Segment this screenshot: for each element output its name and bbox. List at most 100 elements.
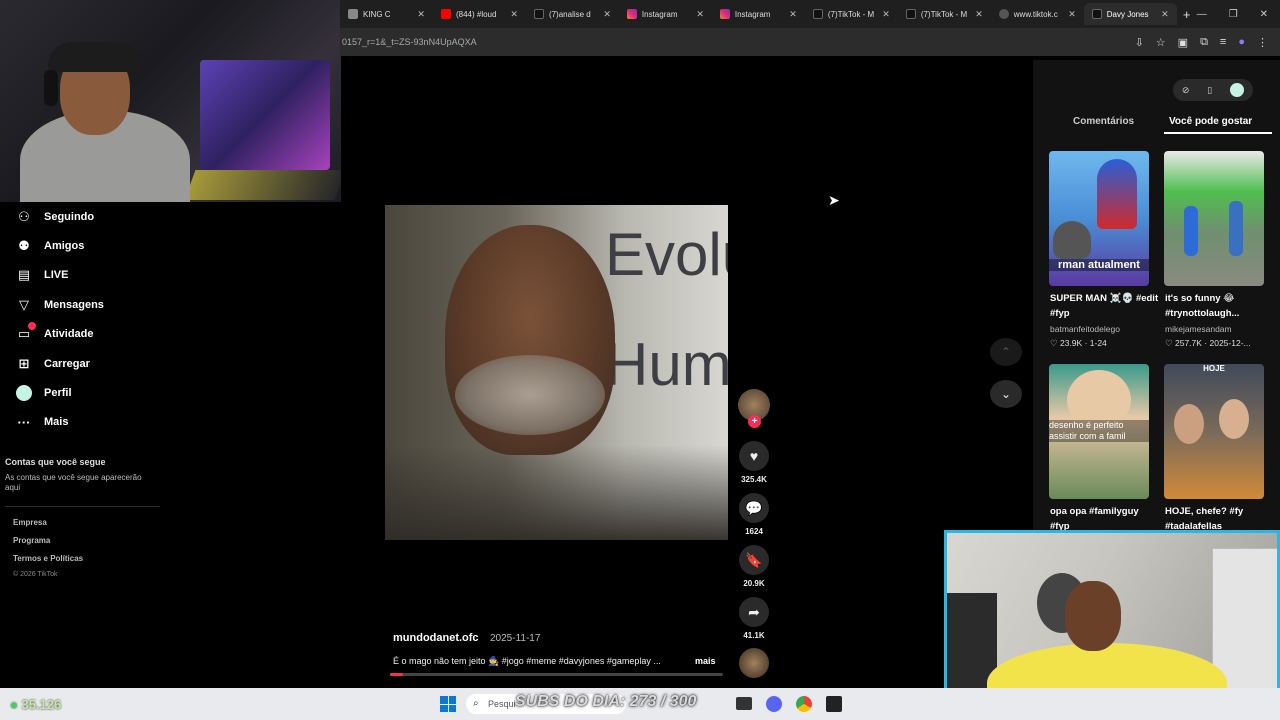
comment-icon: 💬 (739, 493, 769, 523)
card-thumbnail[interactable]: desenho é perfeito assistir com a famil (1049, 364, 1149, 499)
close-icon[interactable]: ✕ (510, 9, 518, 20)
card-thumbnail[interactable]: rman atualment (1049, 151, 1149, 286)
like-button[interactable]: ♥ 325.4K (737, 441, 771, 484)
footer-empresa[interactable]: Empresa (13, 518, 47, 527)
maximize-icon[interactable]: ❐ (1229, 9, 1238, 20)
close-icon[interactable]: ✕ (417, 9, 425, 20)
superman-figure (1097, 159, 1137, 229)
obs-icon[interactable] (826, 696, 842, 712)
install-app-icon[interactable]: ⇩ (1135, 36, 1144, 49)
video-progress-fill (390, 673, 404, 676)
discord-icon[interactable] (766, 696, 782, 712)
person-figure (1174, 404, 1204, 444)
close-icon[interactable]: ✕ (1161, 9, 1169, 20)
phone-icon[interactable]: ▯ (1207, 85, 1212, 96)
thumb-text: rman atualment (1049, 259, 1149, 271)
browser-tab[interactable]: (7)analise d ✕ (526, 3, 619, 25)
heart-icon: ♥ (739, 441, 769, 471)
headset (44, 70, 58, 106)
browser-tab[interactable]: Instagram ✕ (712, 3, 805, 25)
music-disc[interactable] (739, 648, 769, 678)
tab-voce-pode-gostar[interactable]: Você pode gostar (1169, 116, 1252, 127)
card-meta: ♡ 257.7K · 2025-12-... (1165, 338, 1251, 348)
compass-icon[interactable]: ⊘ (1182, 85, 1190, 96)
tiktok-icon (812, 9, 823, 19)
kid-figure (1229, 201, 1243, 256)
share-button[interactable]: ➦ 41.1K (737, 597, 771, 640)
comment-button[interactable]: 💬 1624 (737, 493, 771, 536)
card-author[interactable]: mikejamesandam (1165, 324, 1232, 334)
sidebar-item-mensagens[interactable]: ▽ Mensagens (16, 297, 104, 313)
caption-more-link[interactable]: mais (695, 656, 716, 666)
overlay-word-2: Hum (605, 331, 728, 398)
heart-outline-icon: ♡ (1165, 338, 1175, 348)
copyright: © 2026 TikTok (13, 571, 58, 578)
windows-start-icon[interactable] (440, 696, 456, 712)
live-dot-icon: ● (10, 697, 22, 712)
video-author[interactable]: mundodanet.ofc (393, 632, 479, 644)
new-tab-button[interactable]: + (1177, 7, 1197, 22)
youtube-icon (440, 9, 451, 19)
save-button[interactable]: 🔖 20.9K (737, 545, 771, 588)
previous-video-button[interactable]: ⌃ (990, 338, 1022, 366)
tiktok-icon (905, 9, 916, 19)
menu-icon[interactable]: ⋮ (1257, 36, 1268, 49)
video-progress-bar[interactable] (390, 673, 723, 676)
sidebar-item-mais[interactable]: ··· Mais (16, 414, 69, 430)
live-icon: ▤ (17, 267, 31, 282)
card-author[interactable]: batmanfeitodelego (1050, 324, 1120, 334)
close-icon[interactable]: ✕ (975, 9, 983, 20)
card-title[interactable]: it's so funny 😂 #trynottolaugh... (1165, 291, 1277, 321)
footer-programa[interactable]: Programa (13, 536, 50, 545)
next-video-button[interactable]: ⌄ (990, 380, 1022, 408)
address-bar[interactable]: 0157_r=1&_t=ZS-93nN4UpAQXA ⇩ ☆ ▣ ⧉ ≡ ● ⋮ (340, 28, 1280, 56)
browser-tab[interactable]: www.tiktok.c ✕ (991, 3, 1084, 25)
browser-tab-bar: KING C ✕ (844) #loud ✕ (7)analise d ✕ Insta… (340, 0, 1280, 28)
browser-tab[interactable]: (7)TikTok - M ✕ (805, 3, 898, 25)
globe-icon (998, 9, 1009, 19)
bookmark-star-icon[interactable]: ☆ (1156, 36, 1166, 49)
footer-termos[interactable]: Termos e Políticas (13, 554, 83, 563)
follow-plus-icon[interactable]: + (748, 415, 761, 428)
following-title: Contas que você segue (5, 457, 106, 467)
card-title[interactable]: SUPER MAN ☠️💀 #edit #fyp (1050, 291, 1162, 321)
close-icon[interactable]: ✕ (696, 9, 704, 20)
share-icon: ➦ (739, 597, 769, 627)
sidebar-item-seguindo[interactable]: ⚇ Seguindo (16, 209, 94, 225)
profile-icon[interactable]: ● (1238, 36, 1245, 49)
browser-tab[interactable]: (844) #loud ✕ (433, 3, 526, 25)
media-icon[interactable]: ≡ (1220, 36, 1226, 49)
sidebar-item-atividade[interactable]: ▭ Atividade (16, 322, 94, 342)
activity-icon: ▭ (16, 322, 36, 342)
close-window-icon[interactable]: ✕ (1260, 9, 1268, 20)
person-figure (1219, 399, 1249, 439)
tab-comentarios[interactable]: Comentários (1073, 116, 1134, 127)
chrome-icon[interactable] (796, 696, 812, 712)
close-icon[interactable]: ✕ (1068, 9, 1076, 20)
profile-avatar-icon[interactable] (1230, 83, 1245, 97)
url-text[interactable]: 0157_r=1&_t=ZS-93nN4UpAQXA (342, 37, 477, 47)
sidebar-item-perfil[interactable]: Perfil (16, 385, 72, 401)
terminal-icon[interactable] (736, 697, 752, 710)
upload-icon: ⊞ (18, 356, 30, 371)
beard (455, 355, 605, 435)
browser-tab-active[interactable]: Davy Jones ✕ (1083, 3, 1177, 25)
close-icon[interactable]: ✕ (882, 9, 890, 20)
card-thumbnail[interactable] (1164, 151, 1264, 286)
more-icon: ··· (17, 414, 31, 430)
browser-tab[interactable]: Instagram ✕ (619, 3, 712, 25)
close-icon[interactable]: ✕ (789, 9, 797, 20)
browser-tab[interactable]: KING C ✕ (340, 3, 433, 25)
video-player[interactable]: Evolu Hum (385, 205, 728, 540)
extensions-icon[interactable]: ▣ (1178, 36, 1188, 49)
sidebar-item-carregar[interactable]: ⊞ Carregar (16, 356, 90, 372)
minimize-icon[interactable]: — (1197, 9, 1207, 20)
avatar (16, 385, 32, 401)
sidebar-item-amigos[interactable]: ⚉ Amigos (16, 238, 84, 254)
browser-tab[interactable]: (7)TikTok - M ✕ (898, 3, 991, 25)
sidebar-item-live[interactable]: ▤ LIVE (16, 267, 69, 283)
card-thumbnail[interactable]: HOJE (1164, 364, 1264, 499)
close-icon[interactable]: ✕ (603, 9, 611, 20)
windows-taskbar: ● 35.126 ⌕ Pesqui SUBS DO DIA: 273 / 300 (0, 688, 1280, 720)
puzzle-icon[interactable]: ⧉ (1200, 36, 1208, 49)
